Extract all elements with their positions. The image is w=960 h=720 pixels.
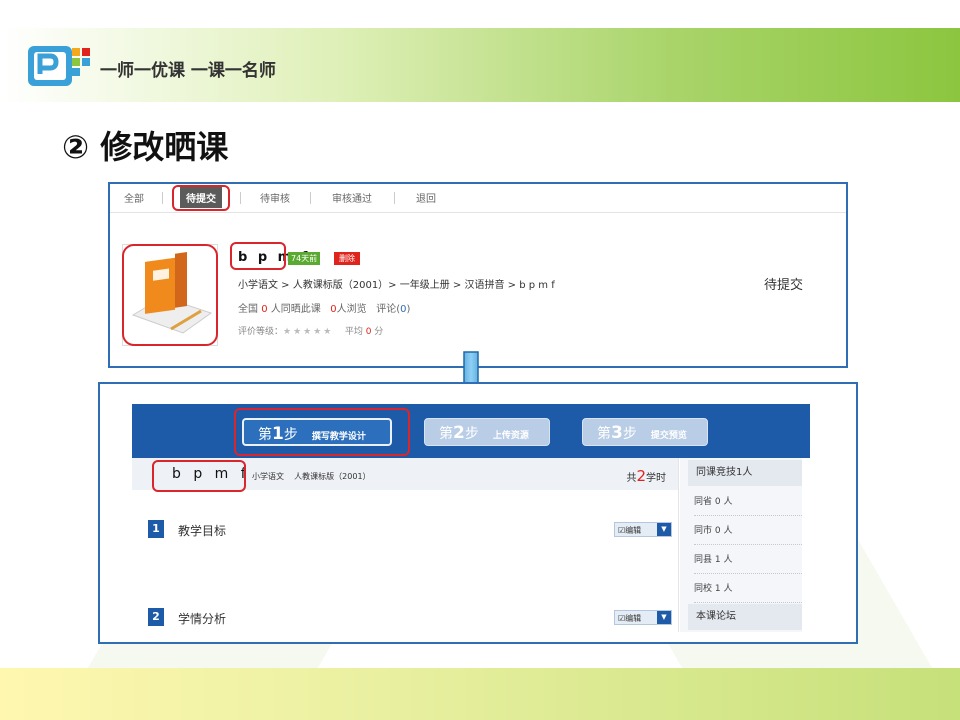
step-number: 2 xyxy=(453,423,465,443)
section-title: 学情分析 xyxy=(178,612,227,626)
lesson-header: b p m f 小学语文 人教课标版（2001） 共2学时 xyxy=(132,458,678,492)
section-teaching-goals: 1 教学目标 ☑编辑 ▼ xyxy=(148,520,678,540)
stats-label: 人同晒此课 xyxy=(267,304,321,315)
slogan: 一师一优课 一课一名师 xyxy=(100,61,276,81)
tab-pending-review[interactable]: 待审核 xyxy=(260,190,290,205)
highlight-box xyxy=(172,185,230,211)
avg-unit: 分 xyxy=(371,327,384,337)
star-icons: ★★★★★ xyxy=(283,327,334,337)
page-title: ② 修改晒课 xyxy=(62,128,229,166)
breadcrumb: 小学语文 > 人教课标版（2001）> 一年级上册 > 汉语拼音 > b p m… xyxy=(238,280,555,291)
step-number: 3 xyxy=(611,423,623,443)
status-badge: 待提交 xyxy=(764,278,804,293)
step-label: 上传资源 xyxy=(492,431,529,441)
peer-province[interactable]: 同省 0 人 xyxy=(694,494,802,516)
step-suffix: 步 xyxy=(622,426,637,442)
step-suffix: 步 xyxy=(464,426,479,442)
stats-label: 人浏览 xyxy=(336,304,367,315)
rating-row: 评价等级：★★★★★ 平均 0 分 xyxy=(238,324,383,337)
section-number: 2 xyxy=(148,608,164,626)
lesson-stats: 全国 0 人同晒此课 0人浏览 评论(0) xyxy=(238,300,410,315)
rating-label: 评价等级： xyxy=(238,327,284,337)
lesson-list-panel: 全部 待提交 待审核 审核通过 退回 b p m f 74天前 删除 小学语文 … xyxy=(108,182,848,368)
step-3-button[interactable]: 第3步 提交预览 xyxy=(582,418,708,446)
lesson-design-area: b p m f 小学语文 人教课标版（2001） 共2学时 1 教学目标 ☑编辑… xyxy=(132,458,679,632)
steps-bar: 第1步 撰写教学设计 第2步 上传资源 第3步 提交预览 xyxy=(132,404,810,458)
periods-count: 共2学时 xyxy=(626,467,666,485)
edition-label: 人教课标版（2001） xyxy=(294,472,371,481)
stats-label: 全国 xyxy=(238,304,262,315)
subject-label: 小学语文 xyxy=(252,472,284,481)
tab-divider xyxy=(162,192,163,204)
stats-label: ) xyxy=(406,304,411,315)
periods-suffix: 学时 xyxy=(646,473,666,484)
comments-link[interactable]: 评论( xyxy=(376,304,400,315)
delete-button[interactable]: 删除 xyxy=(334,252,360,265)
section-student-analysis: 2 学情分析 ☑编辑 ▼ xyxy=(148,608,678,628)
edit-button[interactable]: ☑编辑 ▼ xyxy=(614,610,672,625)
tab-divider xyxy=(240,192,241,204)
peer-sidebar: 同课竞技1人 同省 0 人 同市 0 人 同县 1 人 同校 1 人 本课论坛 xyxy=(680,458,802,632)
forum-link[interactable]: 本课论坛 xyxy=(688,604,802,630)
tab-approved[interactable]: 审核通过 xyxy=(332,190,372,205)
tab-divider xyxy=(310,192,311,204)
highlight-box xyxy=(230,242,286,270)
periods-prefix: 共 xyxy=(626,473,637,484)
age-badge: 74天前 xyxy=(288,252,321,265)
step-2-button[interactable]: 第2步 上传资源 xyxy=(424,418,550,446)
step-prefix: 第 xyxy=(597,426,611,442)
subject-info: 小学语文 人教课标版（2001） xyxy=(252,471,371,482)
highlight-box xyxy=(234,408,410,456)
step-prefix: 第 xyxy=(439,426,453,442)
edit-label: 编辑 xyxy=(625,526,642,535)
edit-button[interactable]: ☑编辑 ▼ xyxy=(614,522,672,537)
periods-value: 2 xyxy=(636,467,646,485)
avg-label: 平均 xyxy=(344,327,366,337)
peer-count-heading: 同课竞技1人 xyxy=(688,460,802,486)
peer-school[interactable]: 同校 1 人 xyxy=(694,581,802,603)
tab-all[interactable]: 全部 xyxy=(124,190,144,205)
section-number: 1 xyxy=(148,520,164,538)
peer-city[interactable]: 同市 0 人 xyxy=(694,523,802,545)
logo-icon xyxy=(28,46,90,86)
highlight-box xyxy=(122,244,218,346)
footer-band xyxy=(0,668,960,720)
tab-divider xyxy=(394,192,395,204)
section-title: 教学目标 xyxy=(178,524,227,538)
step-label: 提交预览 xyxy=(650,431,687,441)
chevron-down-icon[interactable]: ▼ xyxy=(657,611,671,624)
chevron-down-icon[interactable]: ▼ xyxy=(657,523,671,536)
tab-returned[interactable]: 退回 xyxy=(416,190,436,205)
highlight-box xyxy=(152,460,246,492)
edit-label: 编辑 xyxy=(625,614,642,623)
peer-county[interactable]: 同县 1 人 xyxy=(694,552,802,574)
